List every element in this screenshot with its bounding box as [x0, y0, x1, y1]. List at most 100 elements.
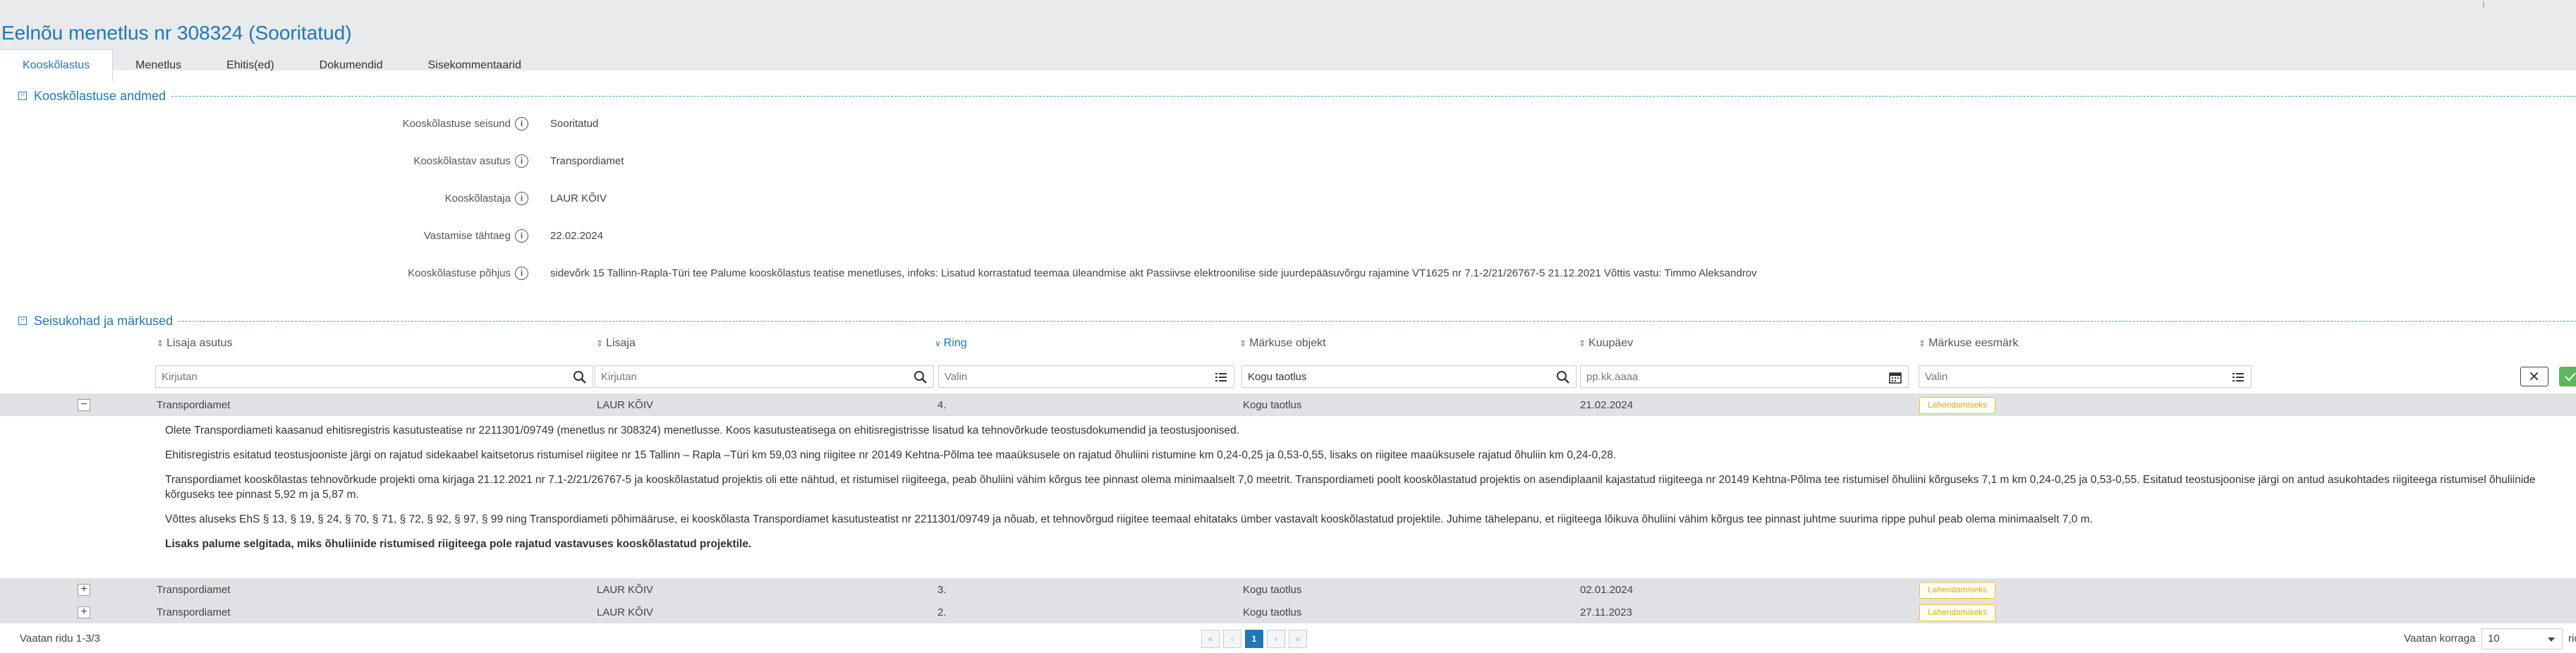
section-positions-header: − Seisukohad ja märkused — [18, 313, 2576, 329]
cell-round: 3. — [937, 584, 947, 596]
collapse-row-button[interactable]: − — [78, 399, 90, 411]
filter-object-input[interactable] — [1242, 366, 1576, 387]
column-header-object[interactable]: ⇕ Märkuse objekt — [1239, 337, 1326, 350]
sort-icon: ⇕ — [1919, 338, 1926, 348]
column-header-adder[interactable]: ⇕ Lisaja — [596, 337, 636, 350]
per-page-select[interactable]: 10 — [2481, 628, 2563, 649]
field-approver: Kooskõlastaja i LAUR KÕIV — [0, 190, 2576, 208]
rows-info: Vaatan ridu 1-3/3 — [20, 633, 100, 645]
window-mark — [2483, 1, 2484, 8]
field-value: Sooritatud — [550, 118, 599, 130]
chevron-down-icon — [2548, 637, 2555, 642]
top-strip — [0, 0, 2576, 11]
info-icon[interactable]: i — [515, 117, 528, 130]
info-icon[interactable]: i — [515, 154, 528, 168]
app-root: Eelnõu menetlus nr 308324 (Sooritatud) K… — [0, 0, 2576, 653]
filter-round-select[interactable] — [939, 366, 1234, 387]
section-divider — [178, 320, 2576, 322]
list-icon[interactable] — [1214, 370, 1228, 384]
section-collapse-toggle[interactable]: − — [18, 317, 27, 325]
tab-menetlus[interactable]: Menetlus — [113, 49, 204, 81]
column-header-purpose[interactable]: ⇕ Märkuse eesmärk — [1919, 337, 2018, 350]
field-value: LAUR KÕIV — [550, 193, 607, 205]
cell-agency: Transpordiamet — [157, 606, 231, 618]
column-header-date[interactable]: ⇕ Kuupäev — [1579, 337, 1633, 350]
next-page-button[interactable]: › — [1267, 630, 1285, 648]
per-page-label: Vaatan korraga — [2404, 633, 2476, 645]
info-icon[interactable]: i — [515, 192, 528, 205]
cell-round: 4. — [937, 399, 947, 411]
apply-filters-button[interactable] — [2559, 367, 2576, 386]
filter-date-input[interactable] — [1581, 366, 1908, 387]
cell-round: 2. — [937, 606, 947, 618]
sort-icon: ⇕ — [596, 338, 604, 348]
prev-page-button[interactable]: ‹ — [1223, 630, 1241, 648]
cell-date: 02.01.2024 — [1580, 584, 1634, 596]
close-icon — [2529, 372, 2539, 381]
column-header-round[interactable]: ∨ Ring — [935, 337, 967, 350]
column-header-agency[interactable]: ⇕ Lisaja asutus — [157, 337, 232, 350]
expand-row-button[interactable]: + — [78, 584, 90, 596]
field-label: Kooskõlastaja — [444, 193, 511, 205]
tab-sisekommentaarid[interactable]: Sisekommentaarid — [406, 49, 545, 81]
cell-agency: Transpordiamet — [157, 399, 231, 411]
list-icon[interactable] — [2231, 370, 2245, 384]
section-collapse-toggle[interactable]: − — [18, 92, 27, 100]
cell-object: Kogu taotlus — [1243, 584, 1302, 596]
clear-filters-button[interactable] — [2520, 367, 2548, 386]
cell-adder: LAUR KÕIV — [597, 606, 654, 618]
filter-adder-input[interactable] — [595, 366, 933, 387]
filter-purpose — [1919, 365, 2252, 388]
expand-row-button[interactable]: + — [78, 606, 90, 618]
cell-adder: LAUR KÕIV — [597, 584, 654, 596]
cell-agency: Transpordiamet — [157, 584, 231, 596]
field-value: sidevõrk 15 Tallinn-Rapla-Türi tee Palum… — [550, 267, 1757, 279]
filter-round — [938, 365, 1234, 388]
status-badge: Lahendamiseks — [1919, 604, 1996, 621]
filter-purpose-select[interactable] — [1919, 366, 2251, 387]
field-label: Kooskõlastav asutus — [413, 155, 511, 167]
field-label: Kooskõlastuse seisund — [402, 118, 511, 130]
sort-icon: ⇕ — [1239, 338, 1247, 348]
table-row[interactable]: − Transpordiamet LAUR KÕIV 4. Kogu taotl… — [0, 393, 2576, 416]
info-icon[interactable]: i — [515, 267, 528, 280]
column-label: Märkuse eesmärk — [1928, 337, 2019, 349]
search-icon[interactable] — [1556, 370, 1570, 384]
detail-paragraph: Olete Transpordiameti kaasanud ehitisreg… — [165, 425, 1240, 437]
sort-icon: ⇕ — [157, 338, 164, 348]
tab-ehitised[interactable]: Ehitis(ed) — [204, 49, 297, 81]
section-title: Seisukohad ja märkused — [34, 313, 174, 328]
calendar-icon[interactable] — [1888, 370, 1902, 384]
cell-object: Kogu taotlus — [1243, 399, 1302, 411]
column-label: Lisaja — [606, 337, 636, 349]
page-title: Eelnõu menetlus nr 308324 (Sooritatud) — [1, 22, 352, 44]
tab-bar: Kooskõlastus Menetlus Ehitis(ed) Dokumen… — [0, 49, 544, 81]
filter-adder — [595, 365, 934, 388]
detail-paragraph: Võttes aluseks EhS § 13, § 19, § 24, § 7… — [165, 513, 2093, 525]
page-header: Eelnõu menetlus nr 308324 (Sooritatud) K… — [0, 11, 2576, 81]
per-page-suffix: ric — [2568, 633, 2576, 645]
filter-agency — [155, 365, 593, 388]
detail-paragraph: Transpordiamet kooskõlastas tehnovõrkude… — [165, 474, 2536, 501]
tab-kooskolastus[interactable]: Kooskõlastus — [0, 49, 114, 81]
column-label: Ring — [943, 337, 967, 349]
page-number-button[interactable]: 1 — [1245, 630, 1263, 648]
table-row[interactable]: + Transpordiamet LAUR KÕIV 2. Kogu taotl… — [0, 601, 2576, 623]
search-icon[interactable] — [573, 370, 587, 384]
tab-dokumendid[interactable]: Dokumendid — [297, 49, 406, 81]
search-icon[interactable] — [913, 370, 928, 384]
table-row[interactable]: + Transpordiamet LAUR KÕIV 3. Kogu taotl… — [0, 578, 2576, 601]
status-badge: Lahendamiseks — [1919, 582, 1996, 599]
row-detail: Olete Transpordiameti kaasanud ehitisreg… — [165, 423, 2576, 561]
filter-date — [1580, 365, 1909, 388]
last-page-button[interactable]: » — [1289, 630, 1307, 648]
first-page-button[interactable]: « — [1201, 630, 1220, 648]
field-reason: Kooskõlastuse põhjus i sidevõrk 15 Talli… — [0, 264, 2576, 283]
status-badge: Lahendamiseks — [1919, 397, 1996, 414]
cell-object: Kogu taotlus — [1243, 606, 1302, 618]
filter-agency-input[interactable] — [156, 366, 593, 387]
field-deadline: Vastamise tähtaeg i 22.02.2024 — [0, 227, 2576, 245]
column-label: Kuupäev — [1588, 337, 1634, 349]
info-icon[interactable]: i — [515, 229, 528, 243]
field-label: Vastamise tähtaeg — [423, 230, 511, 242]
